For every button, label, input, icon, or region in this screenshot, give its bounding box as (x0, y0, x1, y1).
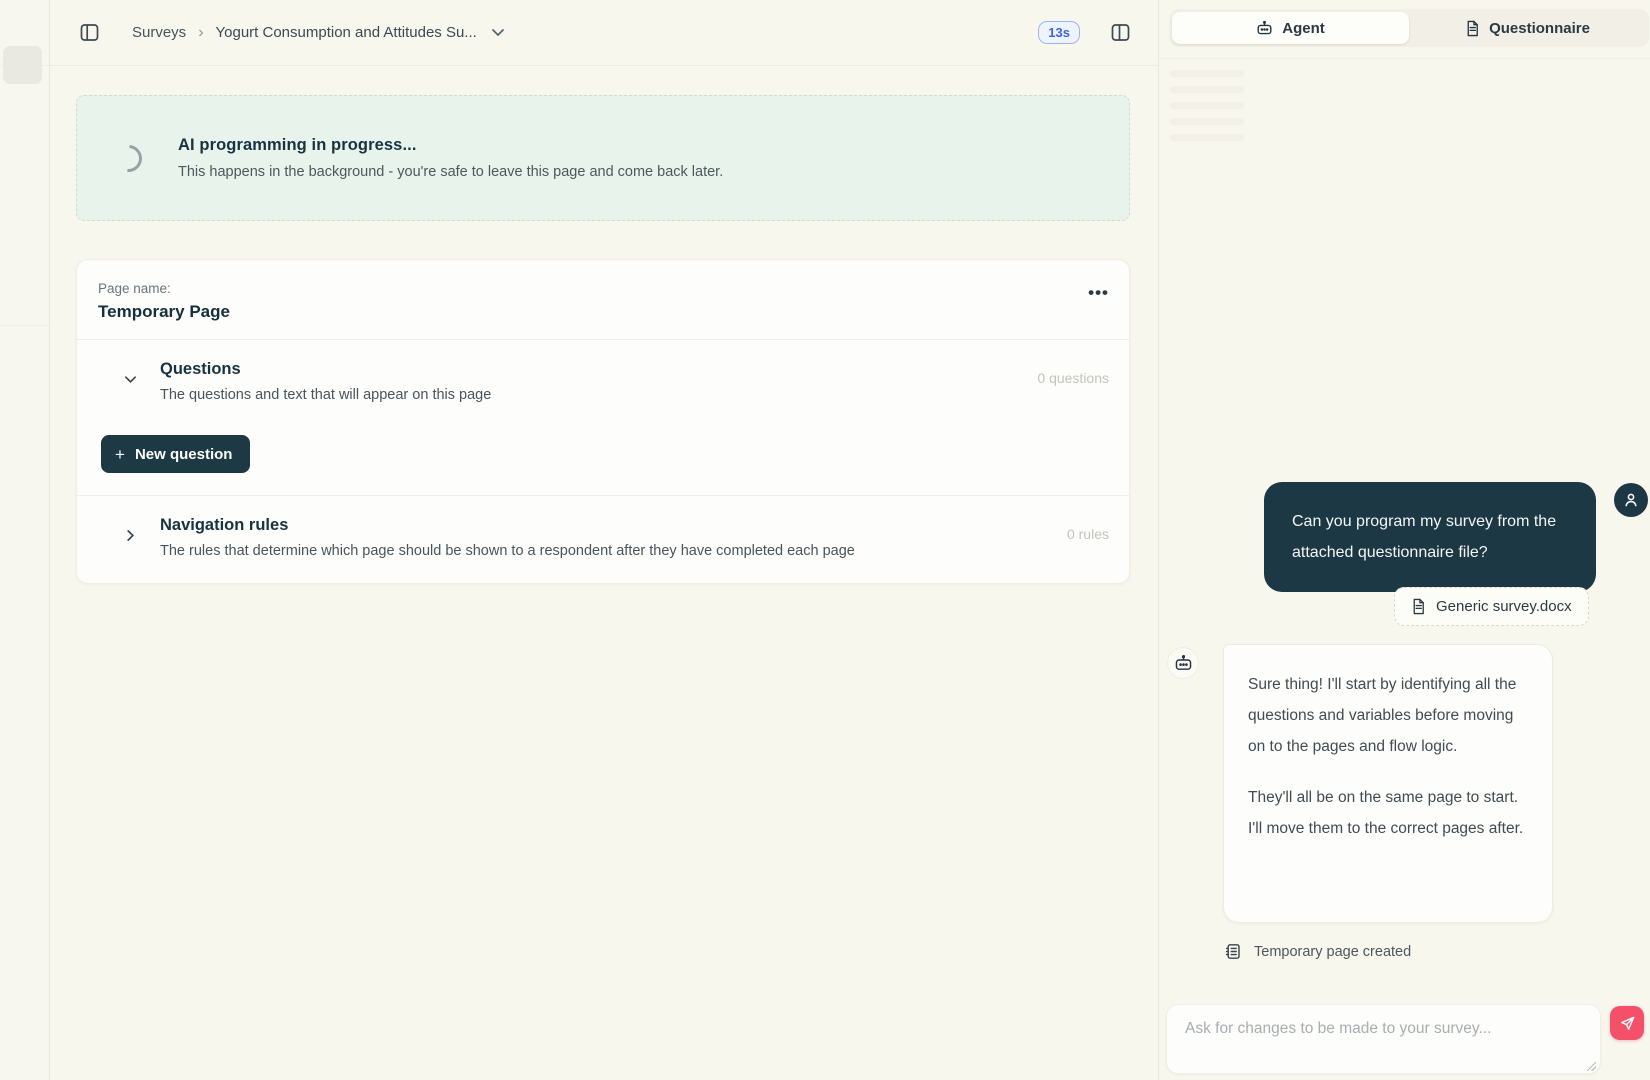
chevron-down-icon (124, 375, 137, 384)
banner-text: AI programming in progress... This happe… (178, 136, 723, 180)
loading-skeleton (1170, 70, 1244, 150)
status-text: Temporary page created (1254, 944, 1411, 960)
questions-description: The questions and text that will appear … (160, 387, 1037, 403)
user-avatar (1614, 483, 1648, 517)
collapsed-sidebar (0, 0, 50, 1080)
agent-message-paragraph: They'll all be on the same page to start… (1248, 782, 1528, 844)
tab-agent-label: Agent (1282, 20, 1325, 37)
chevron-down-icon (491, 28, 505, 37)
survey-editor-panel: Surveys › Yogurt Consumption and Attitud… (50, 0, 1158, 1080)
new-question-button[interactable]: + New question (101, 435, 250, 473)
notebook-icon (1225, 943, 1241, 960)
questions-section: Questions The questions and text that wi… (77, 340, 1129, 411)
chat-tabbar: Agent Questionnaire (1169, 9, 1649, 47)
breadcrumb: Surveys › Yogurt Consumption and Attitud… (132, 24, 505, 42)
page-card-header: Page name: Temporary Page ••• (77, 260, 1129, 339)
document-icon (1411, 598, 1426, 615)
tab-agent[interactable]: Agent (1172, 12, 1409, 44)
document-icon (1465, 20, 1480, 37)
chat-input[interactable] (1166, 1004, 1601, 1074)
agent-chat-panel: Agent Questionnaire Can you program my s… (1158, 0, 1650, 1080)
send-button[interactable] (1610, 1006, 1644, 1040)
navigation-description: The rules that determine which page shou… (160, 543, 1067, 559)
ellipsis-icon: ••• (1088, 283, 1109, 302)
person-icon (1622, 491, 1640, 509)
agent-avatar (1167, 647, 1199, 679)
navigation-title: Navigation rules (160, 516, 1067, 535)
agent-message-paragraph: Sure thing! I'll start by identifying al… (1248, 669, 1528, 762)
chat-divider (1159, 58, 1650, 59)
navigation-count: 0 rules (1067, 526, 1109, 542)
panel-right-icon (1110, 22, 1131, 43)
banner-title: AI programming in progress... (178, 136, 723, 155)
tab-questionnaire[interactable]: Questionnaire (1409, 12, 1646, 44)
page-menu-button[interactable]: ••• (1088, 288, 1109, 298)
agent-message-bubble: Sure thing! I'll start by identifying al… (1223, 644, 1553, 923)
ai-progress-banner: AI programming in progress... This happe… (76, 95, 1130, 221)
questions-count: 0 questions (1037, 370, 1109, 386)
tool-status-row: Temporary page created (1225, 943, 1411, 960)
sidebar-ghost-item (3, 46, 42, 84)
editor-topbar: Surveys › Yogurt Consumption and Attitud… (50, 0, 1158, 66)
app-window: Surveys › Yogurt Consumption and Attitud… (0, 0, 1650, 1080)
robot-icon (1256, 20, 1273, 37)
banner-subtitle: This happens in the background - you're … (178, 164, 723, 180)
breadcrumb-surveys-link[interactable]: Surveys (132, 24, 186, 41)
user-message-bubble: Can you program my survey from the attac… (1264, 482, 1596, 592)
questions-collapse-button[interactable] (119, 368, 141, 390)
breadcrumb-separator: › (198, 24, 203, 42)
sidebar-divider (0, 325, 49, 326)
breadcrumb-current-survey[interactable]: Yogurt Consumption and Attitudes Su... (216, 24, 477, 41)
attachment-chip[interactable]: Generic survey.docx (1394, 587, 1589, 626)
page-card: Page name: Temporary Page ••• Questions … (76, 259, 1130, 584)
tab-questionnaire-label: Questionnaire (1489, 20, 1590, 37)
questions-section-text: Questions The questions and text that wi… (160, 360, 1037, 403)
navigation-section-text: Navigation rules The rules that determin… (160, 516, 1067, 559)
plus-icon: + (115, 446, 125, 463)
navigation-rules-section: Navigation rules The rules that determin… (77, 496, 1129, 583)
chevron-right-icon (126, 529, 135, 542)
page-name-label: Page name: (98, 281, 1107, 296)
toggle-right-panel-button[interactable] (1107, 20, 1133, 46)
navigation-expand-button[interactable] (119, 524, 141, 546)
editor-content: AI programming in progress... This happe… (50, 66, 1158, 584)
send-icon (1619, 1015, 1636, 1032)
questions-title: Questions (160, 360, 1037, 379)
panel-left-icon (79, 22, 100, 43)
survey-switcher-caret[interactable] (491, 28, 505, 37)
spinner-icon (109, 139, 147, 177)
elapsed-time-badge: 13s (1038, 21, 1080, 44)
page-name-value: Temporary Page (98, 302, 1107, 322)
robot-icon (1174, 654, 1193, 673)
toggle-left-sidebar-button[interactable] (76, 20, 102, 46)
new-question-label: New question (135, 446, 233, 463)
attachment-filename: Generic survey.docx (1436, 598, 1572, 615)
